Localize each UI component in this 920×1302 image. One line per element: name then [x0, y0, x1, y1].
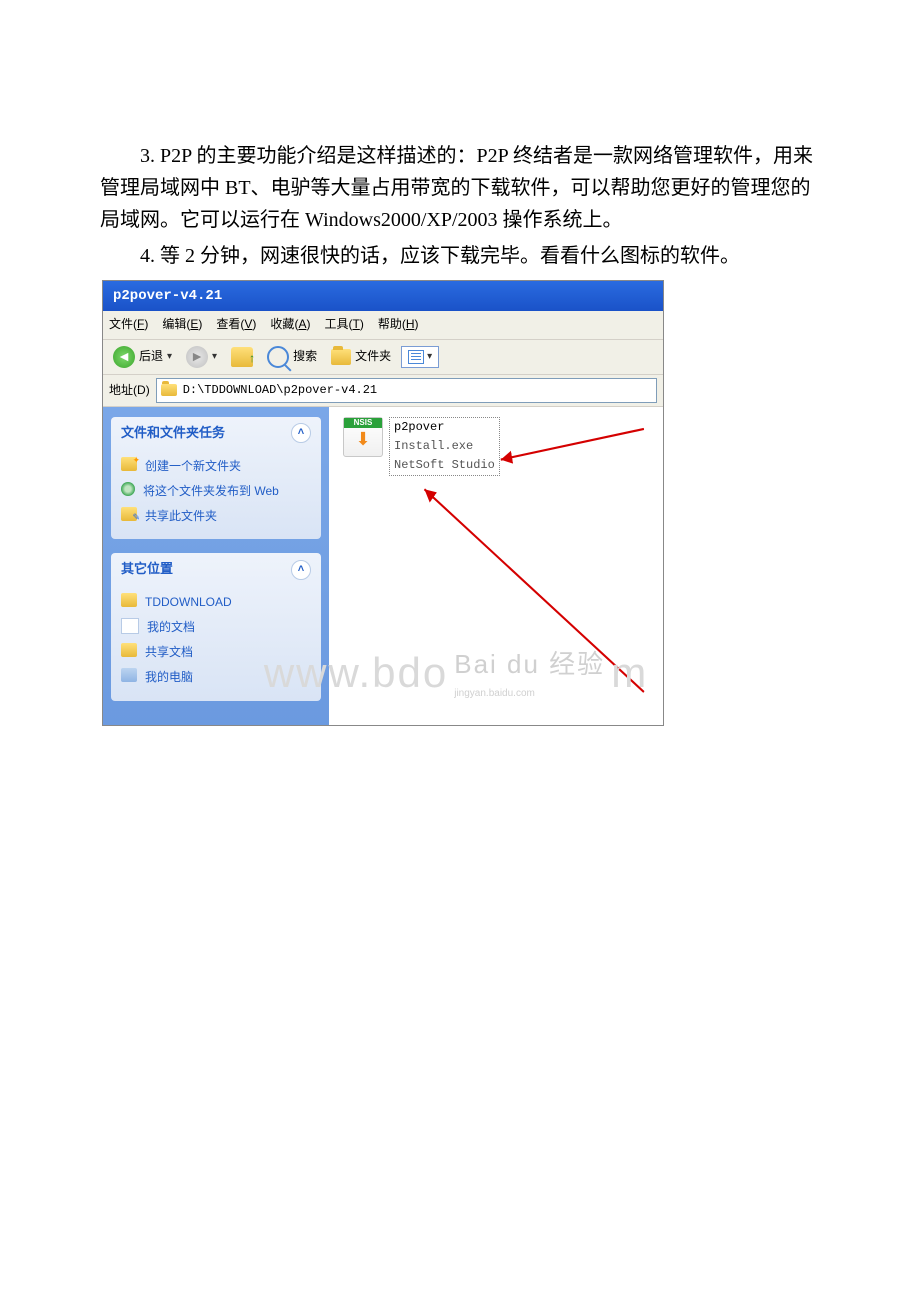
task-label: 创建一个新文件夹 [145, 457, 241, 476]
other-places-group: 其它位置 ˄ TDDOWNLOAD 我的文档 [111, 553, 321, 701]
search-icon [267, 346, 289, 368]
views-icon [408, 350, 424, 364]
back-dropdown-icon: ▾ [167, 349, 172, 365]
paragraph-3: 3. P2P 的主要功能介绍是这样描述的：P2P 终结者是一款网络管理软件，用来… [100, 140, 820, 236]
forward-button[interactable]: ► ▾ [182, 344, 221, 370]
window-titlebar[interactable]: p2pover-v4.21 [103, 281, 663, 311]
views-button[interactable]: ▾ [401, 346, 439, 368]
folder-up-icon [231, 347, 253, 367]
window-title: p2pover-v4.21 [113, 288, 222, 304]
forward-arrow-icon: ► [186, 346, 208, 368]
task-label: 共享文档 [145, 643, 193, 662]
computer-icon [121, 668, 137, 682]
explorer-window: p2pover-v4.21 文件(F) 编辑(E) 查看(V) 收藏(A) 工具… [102, 280, 664, 726]
address-path: D:\TDDOWNLOAD\p2pover-v4.21 [183, 381, 377, 400]
back-button[interactable]: ◄ 后退 ▾ [109, 344, 176, 370]
collapse-tasks-icon[interactable]: ˄ [291, 423, 311, 443]
task-share-folder[interactable]: 共享此文件夹 [121, 504, 311, 529]
toolbar: ◄ 后退 ▾ ► ▾ 搜索 文件夹 ▾ [103, 340, 663, 375]
side-panel: 文件和文件夹任务 ˄ 创建一个新文件夹 将这个文件夹发布到 Web [103, 407, 329, 725]
other-title: 其它位置 [121, 559, 173, 580]
folder-icon [121, 593, 137, 607]
address-bar: 地址(D) D:\TDDOWNLOAD\p2pover-v4.21 [103, 375, 663, 407]
task-label: TDDOWNLOAD [145, 593, 232, 612]
folders-label: 文件夹 [355, 347, 391, 366]
up-button[interactable] [227, 345, 257, 369]
folders-button[interactable]: 文件夹 [327, 345, 395, 368]
menu-file[interactable]: 文件(F) [109, 315, 148, 334]
annotation-arrows [329, 407, 663, 725]
document-icon [121, 618, 139, 634]
views-dropdown-icon: ▾ [427, 349, 432, 365]
menu-bar: 文件(F) 编辑(E) 查看(V) 收藏(A) 工具(T) 帮助(H) [103, 311, 663, 339]
other-tddownload[interactable]: TDDOWNLOAD [121, 590, 311, 615]
search-label: 搜索 [293, 347, 317, 366]
task-label: 将这个文件夹发布到 Web [143, 482, 279, 501]
back-arrow-icon: ◄ [113, 346, 135, 368]
folders-icon [331, 349, 351, 365]
paragraph-4: 4. 等 2 分钟，网速很快的话，应该下载完毕。看看什么图标的软件。 [100, 240, 820, 272]
task-label: 我的电脑 [145, 668, 193, 687]
menu-view[interactable]: 查看(V) [216, 315, 256, 334]
task-new-folder[interactable]: 创建一个新文件夹 [121, 454, 311, 479]
folder-icon [121, 643, 137, 657]
task-publish-web[interactable]: 将这个文件夹发布到 Web [121, 479, 311, 504]
task-label: 共享此文件夹 [145, 507, 217, 526]
address-label: 地址(D) [109, 381, 150, 400]
task-label: 我的文档 [147, 618, 195, 637]
folder-icon [161, 384, 177, 396]
other-mycomputer[interactable]: 我的电脑 [121, 665, 311, 690]
back-label: 后退 [139, 347, 163, 366]
menu-tools[interactable]: 工具(T) [324, 315, 363, 334]
menu-help[interactable]: 帮助(H) [378, 315, 419, 334]
forward-dropdown-icon: ▾ [212, 349, 217, 365]
share-icon [121, 507, 137, 521]
tasks-group: 文件和文件夹任务 ˄ 创建一个新文件夹 将这个文件夹发布到 Web [111, 417, 321, 539]
address-input[interactable]: D:\TDDOWNLOAD\p2pover-v4.21 [156, 378, 657, 403]
collapse-other-icon[interactable]: ˄ [291, 560, 311, 580]
other-mydocs[interactable]: 我的文档 [121, 615, 311, 640]
menu-edit[interactable]: 编辑(E) [162, 315, 202, 334]
new-folder-icon [121, 457, 137, 471]
file-list-area[interactable]: NSIS ⬇ p2pover Install.exe NetSoft Studi… [329, 407, 663, 725]
globe-icon [121, 482, 135, 496]
tasks-title: 文件和文件夹任务 [121, 423, 225, 444]
search-button[interactable]: 搜索 [263, 344, 321, 370]
menu-favorites[interactable]: 收藏(A) [270, 315, 310, 334]
other-shareddocs[interactable]: 共享文档 [121, 640, 311, 665]
